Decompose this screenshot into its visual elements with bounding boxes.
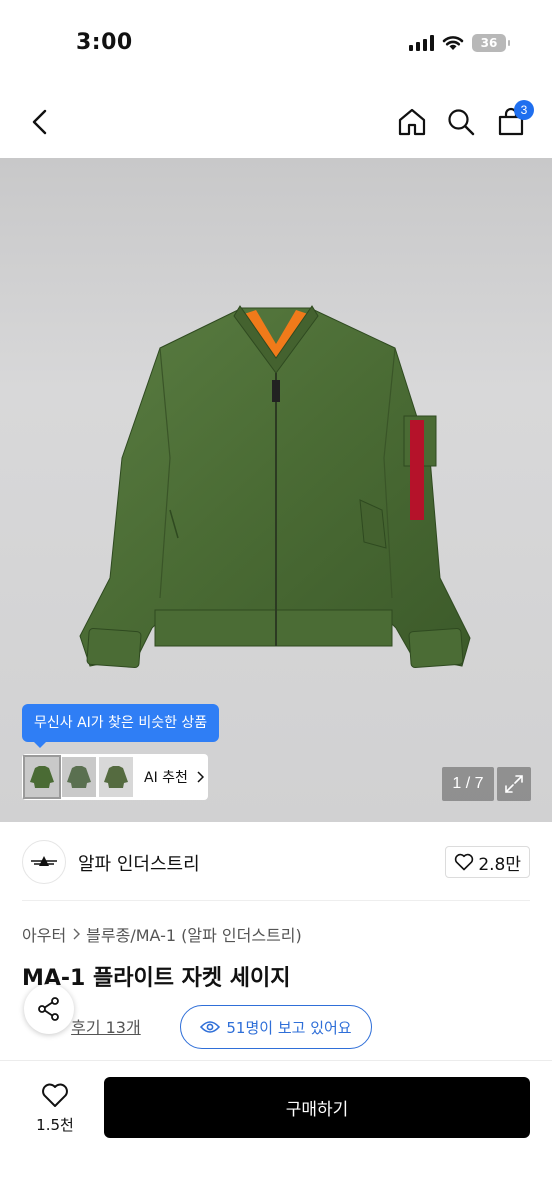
eye-icon: [200, 1021, 221, 1033]
expand-icon: [505, 775, 523, 793]
ai-thumbnail[interactable]: [99, 757, 133, 797]
cart-button[interactable]: 3: [493, 100, 534, 142]
status-bar: 3:00 36: [0, 0, 552, 88]
heart-icon: [42, 1083, 68, 1107]
jacket-thumbnail-image: [104, 766, 128, 788]
home-icon: [398, 108, 426, 136]
cellular-signal-icon: [409, 35, 434, 51]
share-button[interactable]: [24, 984, 74, 1034]
ai-recommend-label: AI 추천: [144, 770, 188, 786]
wifi-icon: [442, 36, 464, 50]
divider: [22, 900, 530, 901]
image-page-indicator: 1 / 7: [442, 767, 494, 801]
heart-icon: [455, 853, 474, 871]
brand-name[interactable]: 알파 인더스트리: [78, 850, 200, 876]
share-icon: [38, 997, 59, 1021]
cart-count-badge: 3: [514, 100, 534, 120]
search-button[interactable]: [443, 102, 479, 142]
wishlist-button[interactable]: 1.5천: [24, 1077, 86, 1139]
back-button[interactable]: [22, 102, 58, 142]
viewers-count-pill: 51명이 보고 있어요: [180, 1005, 372, 1049]
status-icons: 36: [409, 34, 510, 52]
ai-similar-tooltip: 무신사 AI가 찾은 비슷한 상품: [22, 704, 220, 748]
breadcrumb-subcategory[interactable]: 블루종/MA-1 (알파 인더스트리): [86, 922, 302, 946]
alpha-industries-logo-icon: [31, 856, 57, 866]
brand-logo[interactable]: [22, 840, 66, 884]
jacket-thumbnail-image: [30, 766, 54, 788]
viewers-count-text: 51명이 보고 있어요: [226, 1018, 352, 1037]
product-image-gallery[interactable]: 무신사 AI가 찾은 비슷한 상품 AI 추천 1 / 7: [0, 158, 552, 822]
review-count-link[interactable]: 후기 13개: [71, 1018, 141, 1037]
ai-recommend-button[interactable]: AI 추천: [144, 767, 204, 787]
bottom-action-bar: 1.5천 구매하기: [0, 1060, 552, 1200]
expand-image-button[interactable]: [497, 767, 531, 801]
ai-thumbnail[interactable]: [23, 755, 61, 799]
status-time: 3:00: [76, 30, 133, 55]
brand-like-count: 2.8만: [478, 854, 521, 875]
breadcrumb-category[interactable]: 아우터: [22, 922, 66, 946]
brand-row: 알파 인더스트리 2.8만: [22, 840, 530, 884]
top-nav-bar: 3: [0, 88, 552, 158]
jacket-thumbnail-image: [67, 766, 91, 788]
breadcrumb: 아우터 블루종/MA-1 (알파 인더스트리): [22, 922, 302, 946]
brand-like-button[interactable]: 2.8만: [445, 846, 530, 878]
home-button[interactable]: [394, 102, 430, 142]
buy-button[interactable]: 구매하기: [104, 1077, 530, 1138]
product-image: [79, 305, 471, 669]
chevron-left-icon: [32, 109, 47, 135]
chevron-right-icon: [73, 928, 81, 940]
chevron-right-icon: [197, 771, 204, 783]
ai-recommend-strip[interactable]: AI 추천: [22, 754, 208, 800]
search-icon: [448, 109, 475, 136]
ai-thumbnail[interactable]: [62, 757, 96, 797]
wishlist-count: 1.5천: [36, 1115, 74, 1134]
battery-icon: 36: [472, 34, 510, 52]
